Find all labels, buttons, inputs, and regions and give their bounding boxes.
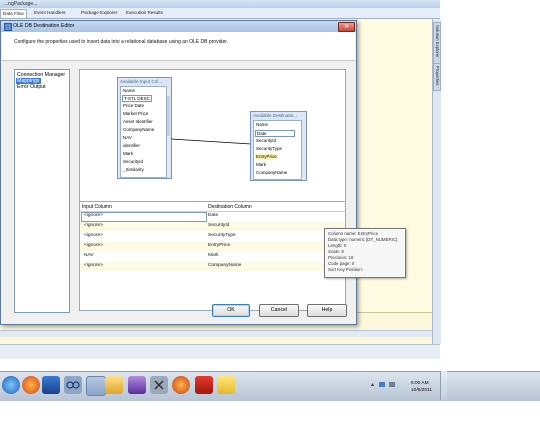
column-header-name: Name bbox=[256, 122, 269, 127]
tools-icon[interactable] bbox=[150, 376, 168, 394]
system-tray-icons[interactable]: ▲ bbox=[370, 381, 404, 389]
clock-date[interactable]: 10/5/2011 bbox=[411, 388, 432, 393]
ide-title-bar: ...ngPackage... bbox=[0, 0, 440, 8]
table-row[interactable]: <ignore> SecurityId bbox=[80, 222, 345, 231]
firefox-alt-icon[interactable] bbox=[172, 376, 190, 394]
table-row[interactable]: <ignore> CompanyName bbox=[80, 262, 345, 271]
destination-columns-list: Name Date SecurityId SecurityType EntryP… bbox=[253, 120, 302, 180]
destination-column-cell: CompanyName bbox=[208, 263, 242, 268]
volume-icon[interactable] bbox=[389, 382, 395, 387]
dialog-description: Configure the properties used to insert … bbox=[14, 39, 229, 45]
dialog-app-icon bbox=[4, 23, 12, 31]
destination-column-cell: SecurityId bbox=[208, 223, 230, 228]
design-surface-panel bbox=[356, 19, 433, 344]
solution-explorer-label: Solution Explorer bbox=[435, 25, 440, 58]
nav-item-error-output[interactable]: Error Output bbox=[16, 84, 47, 90]
tooltip-line: Code page: 0 bbox=[328, 261, 355, 266]
link-icon[interactable] bbox=[64, 376, 82, 394]
table-row[interactable]: <ignore> EntryPrice bbox=[80, 242, 345, 251]
tray-arrow-icon[interactable]: ▲ bbox=[370, 382, 375, 388]
tab-data-flow[interactable]: Data Flow bbox=[0, 9, 27, 18]
explorer-icon[interactable] bbox=[42, 376, 60, 394]
chain-glyph bbox=[66, 381, 80, 389]
notes-icon[interactable] bbox=[217, 376, 235, 394]
tab-event-handlers[interactable]: Event Handlers bbox=[32, 9, 67, 17]
folder-icon[interactable] bbox=[105, 376, 123, 394]
input-column-cell[interactable]: <ignore> bbox=[84, 223, 103, 228]
destination-column-highlighted[interactable]: EntryPrice bbox=[255, 154, 278, 159]
clock-time[interactable]: 6:00 AM bbox=[411, 381, 429, 386]
solution-explorer-tab[interactable]: Solution Explorer bbox=[433, 22, 441, 64]
mappings-grid: Input Column Destination Column <ignore>… bbox=[79, 201, 346, 311]
properties-tab[interactable]: Properties bbox=[433, 63, 441, 91]
destination-table-title: Available Destinatio... bbox=[253, 113, 298, 118]
start-orb-icon[interactable] bbox=[2, 376, 20, 394]
ole-db-destination-dialog: OLE DB Destination Editor ✕ Configure th… bbox=[0, 20, 357, 325]
grid-header-destination-column: Destination Column bbox=[208, 204, 252, 210]
tooltip-line: Column name: EntryPrice bbox=[328, 231, 379, 236]
media-icon[interactable] bbox=[86, 376, 106, 396]
destination-column[interactable]: Date bbox=[255, 130, 295, 137]
input-column-cell[interactable]: <ignore> bbox=[84, 263, 103, 268]
input-column-cell[interactable]: <ignore> bbox=[84, 243, 103, 248]
input-column-cell[interactable]: <ignore> bbox=[84, 233, 103, 238]
destination-column-cell: Mark bbox=[208, 253, 219, 258]
tooltip-line: Scale: 8 bbox=[328, 249, 344, 254]
cancel-button[interactable]: Cancel bbox=[259, 304, 299, 317]
input-column-cell[interactable]: NAV bbox=[84, 253, 94, 258]
ok-button[interactable]: OK bbox=[212, 304, 250, 317]
page-nav-list: Connection Manager Mappings Error Output bbox=[14, 69, 70, 313]
destination-columns-table[interactable]: Available Destinatio... Name Date Securi… bbox=[250, 111, 307, 181]
mapping-canvas[interactable]: Available Input Col... Name T-STL DESC P… bbox=[79, 69, 346, 203]
tooltip-line: Precision: 18 bbox=[328, 255, 354, 260]
grid-header-input-column: Input Column bbox=[82, 204, 112, 210]
input-column-cell[interactable]: <ignore> bbox=[84, 213, 103, 218]
visual-studio-icon[interactable] bbox=[128, 376, 146, 394]
tab-execution-results[interactable]: Execution Results bbox=[124, 9, 165, 17]
wrench-glyph bbox=[154, 380, 164, 390]
destination-column-cell: SecurityType bbox=[208, 233, 236, 238]
tooltip-line: Length: 0 bbox=[328, 243, 347, 248]
close-icon[interactable]: ✕ bbox=[338, 22, 355, 32]
dialog-title-bar[interactable]: OLE DB Destination Editor ✕ bbox=[1, 21, 356, 32]
acrobat-icon[interactable] bbox=[195, 376, 213, 394]
network-icon[interactable] bbox=[379, 382, 385, 387]
ide-status-bar bbox=[0, 344, 440, 359]
bottom-tab-strip bbox=[0, 330, 432, 337]
table-row[interactable]: <ignore> SecurityType bbox=[80, 232, 345, 241]
destination-column[interactable]: Mark bbox=[256, 162, 266, 167]
table-row[interactable]: NAV Mark bbox=[80, 252, 345, 261]
tab-package-explorer[interactable]: Package Explorer bbox=[79, 9, 119, 17]
destination-column[interactable]: SecurityId bbox=[256, 138, 276, 143]
destination-column-cell: EntryPrice bbox=[208, 243, 231, 248]
properties-label: Properties bbox=[435, 66, 440, 86]
help-button[interactable]: Help bbox=[307, 304, 347, 317]
destination-column[interactable]: CompanyName bbox=[256, 170, 287, 175]
dialog-header bbox=[2, 32, 355, 61]
designer-tab-strip: Data Flow Event Handlers Package Explore… bbox=[0, 8, 440, 19]
column-info-tooltip: Column name: EntryPrice Data type: numer… bbox=[324, 228, 406, 278]
ide-window-title: ...ngPackage... bbox=[4, 1, 38, 7]
destination-column-cell: Date bbox=[208, 213, 219, 218]
tooltip-line: Data type: numeric [DT_NUMERIC] bbox=[328, 237, 398, 242]
show-desktop-button[interactable] bbox=[440, 371, 447, 400]
firefox-icon[interactable] bbox=[22, 376, 40, 394]
mapping-line[interactable] bbox=[170, 138, 252, 145]
tooltip-line: Sort Key Position: bbox=[328, 267, 363, 272]
dialog-title: OLE DB Destination Editor bbox=[13, 23, 75, 29]
destination-column[interactable]: SecurityType bbox=[256, 146, 282, 151]
table-row[interactable]: <ignore> Date bbox=[80, 212, 345, 222]
